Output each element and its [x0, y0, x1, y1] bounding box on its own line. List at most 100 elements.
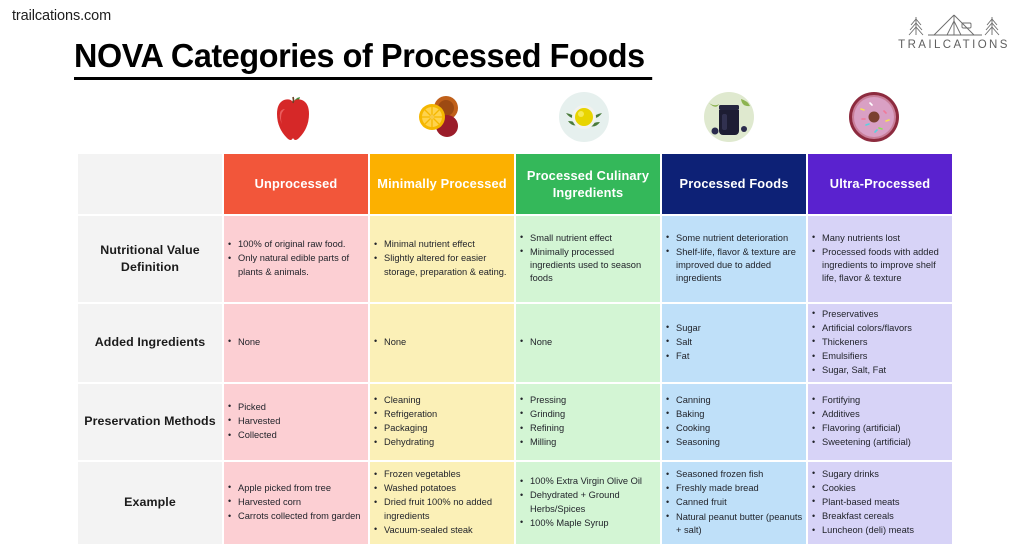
- food-image-cell: [220, 88, 365, 146]
- jam-jar-image: [703, 92, 754, 142]
- logo-wordmark: TRAILCATIONS: [898, 39, 1010, 51]
- table-cell: PressingGrindingRefiningMilling: [516, 384, 660, 460]
- table-row: ExampleApple picked from treeHarvested c…: [78, 462, 952, 544]
- column-header-unprocessed: Unprocessed: [224, 154, 368, 214]
- brand-logo: TRAILCATIONS: [892, 12, 1016, 51]
- table-cell: Minimal nutrient effectSlightly altered …: [370, 216, 514, 302]
- list-item: Carrots collected from garden: [228, 510, 368, 523]
- table-corner-cell: [78, 154, 222, 214]
- list-item: Refining: [520, 421, 660, 435]
- list-item: Sugar: [666, 321, 806, 335]
- food-image-cell: [365, 88, 510, 146]
- list-item: None: [374, 335, 514, 349]
- table-header-row: Unprocessed Minimally Processed Processe…: [78, 154, 952, 214]
- table-cell: Apple picked from treeHarvested cornCarr…: [224, 462, 368, 544]
- tent-with-pine-trees-icon: [892, 12, 1016, 38]
- cell-list: Small nutrient effectMinimally processed…: [516, 231, 660, 286]
- row-label: Preservation Methods: [78, 384, 222, 460]
- list-item: Emulsifiers: [812, 350, 952, 363]
- table-cell: Many nutrients lostProcessed foods with …: [808, 216, 952, 302]
- list-item: Additives: [812, 407, 952, 421]
- table-cell: None: [370, 304, 514, 382]
- list-item: Refrigeration: [374, 407, 514, 421]
- list-item: 100% Extra Virgin Olive Oil: [520, 475, 660, 488]
- cell-list: None: [516, 335, 660, 349]
- list-item: Breakfast cereals: [812, 510, 952, 523]
- page-title: NOVA Categories of Processed Foods: [74, 38, 653, 80]
- list-item: Frozen vegetables: [374, 468, 514, 481]
- list-item: Sweetening (artificial): [812, 436, 952, 449]
- cell-list: PressingGrindingRefiningMilling: [516, 393, 660, 450]
- nova-categories-table: Unprocessed Minimally Processed Processe…: [76, 152, 954, 546]
- list-item: Harvested: [228, 414, 368, 428]
- list-item: Canning: [666, 393, 806, 407]
- list-item: Freshly made bread: [666, 482, 806, 495]
- table-row: Nutritional Value Definition100% of orig…: [78, 216, 952, 302]
- list-item: Collected: [228, 429, 368, 442]
- list-item: Harvested corn: [228, 495, 368, 509]
- table-cell: Small nutrient effectMinimally processed…: [516, 216, 660, 302]
- table-cell: Seasoned frozen fishFreshly made breadCa…: [662, 462, 806, 544]
- table-cell: None: [516, 304, 660, 382]
- cell-list: Sugary drinksCookiesPlant-based meatsBre…: [808, 467, 952, 538]
- list-item: Flavoring (artificial): [812, 421, 952, 435]
- list-item: Picked: [228, 400, 368, 414]
- list-item: Dehydrating: [374, 436, 514, 449]
- cell-list: SugarSaltFat: [662, 321, 806, 364]
- table-cell: 100% of original raw food.Only natural e…: [224, 216, 368, 302]
- food-image-row: [220, 88, 947, 146]
- dried-citrus-image: [419, 96, 459, 137]
- list-item: Some nutrient deterioration: [666, 231, 806, 245]
- row-label: Nutritional Value Definition: [78, 216, 222, 302]
- row-label: Example: [78, 462, 222, 544]
- cell-list: PreservativesArtificial colors/flavorsTh…: [808, 307, 952, 378]
- donut-image: [849, 92, 900, 142]
- table-row: Preservation Methods PickedHarvestedColle…: [78, 384, 952, 460]
- list-item: Packaging: [374, 421, 514, 435]
- list-item: 100% Maple Syrup: [520, 516, 660, 530]
- list-item: None: [228, 335, 368, 349]
- cell-list: 100% of original raw food.Only natural e…: [224, 238, 368, 279]
- list-item: Cookies: [812, 481, 952, 495]
- list-item: Salt: [666, 335, 806, 349]
- table-cell: FortifyingAdditivesFlavoring (artificial…: [808, 384, 952, 460]
- site-url: trailcations.com: [12, 8, 112, 24]
- list-item: Minimal nutrient effect: [374, 238, 514, 251]
- list-item: Preservatives: [812, 307, 952, 321]
- list-item: Shelf-life, flavor & texture are improve…: [666, 245, 806, 286]
- column-header-processed-foods: Processed Foods: [662, 154, 806, 214]
- list-item: Plant-based meats: [812, 495, 952, 509]
- list-item: Seasoned frozen fish: [666, 468, 806, 481]
- row-label: Added Ingredients: [78, 304, 222, 382]
- list-item: Canned fruit: [666, 496, 806, 509]
- list-item: Baking: [666, 407, 806, 421]
- table-cell: Sugary drinksCookiesPlant-based meatsBre…: [808, 462, 952, 544]
- list-item: Pressing: [520, 393, 660, 407]
- list-item: Milling: [520, 436, 660, 449]
- list-item: Vacuum-sealed steak: [374, 523, 514, 537]
- list-item: Seasoning: [666, 436, 806, 449]
- cell-list: CanningBakingCookingSeasoning: [662, 393, 806, 450]
- list-item: Minimally processed ingredients used to …: [520, 245, 660, 286]
- cell-list: Frozen vegetablesWashed potatoesDried fr…: [370, 468, 514, 537]
- column-header-ultra-processed: Ultra-Processed: [808, 154, 952, 214]
- cell-list: Minimal nutrient effectSlightly altered …: [370, 238, 514, 279]
- list-item: 100% of original raw food.: [228, 238, 368, 251]
- list-item: Cleaning: [374, 393, 514, 407]
- list-item: Dehydrated + Ground Herbs/Spices: [520, 489, 660, 515]
- table-row: Added IngredientsNoneNoneNoneSugarSaltFa…: [78, 304, 952, 382]
- cell-list: CleaningRefrigerationPackagingDehydratin…: [370, 393, 514, 450]
- list-item: Small nutrient effect: [520, 231, 660, 245]
- food-image-cell: [802, 88, 947, 146]
- list-item: Grinding: [520, 407, 660, 421]
- list-item: Dried fruit 100% no added ingredients: [374, 496, 514, 522]
- cell-list: None: [224, 335, 368, 349]
- olive-oil-bowl-image: [558, 92, 609, 142]
- column-header-minimally-processed: Minimally Processed: [370, 154, 514, 214]
- list-item: Sugary drinks: [812, 467, 952, 481]
- cell-list: None: [370, 335, 514, 349]
- table-cell: Frozen vegetablesWashed potatoesDried fr…: [370, 462, 514, 544]
- table-body: Nutritional Value Definition100% of orig…: [78, 216, 952, 544]
- cell-list: Some nutrient deteriorationShelf-life, f…: [662, 231, 806, 286]
- table-cell: SugarSaltFat: [662, 304, 806, 382]
